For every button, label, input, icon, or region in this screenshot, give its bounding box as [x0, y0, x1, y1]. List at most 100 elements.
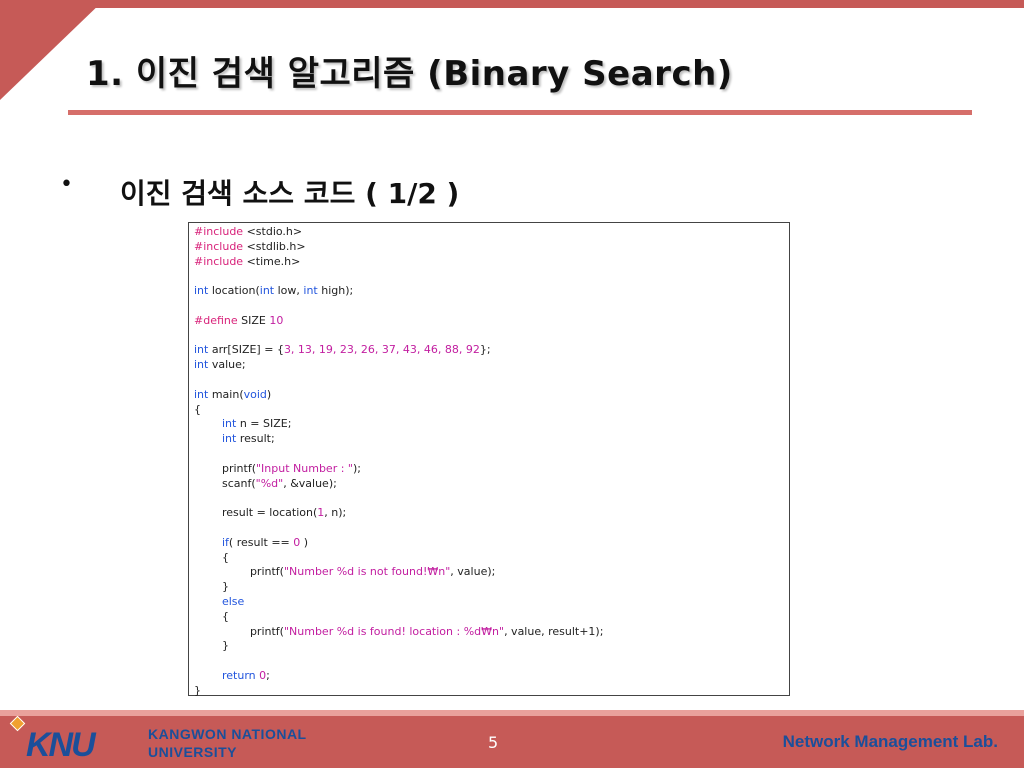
- code-token: value;: [208, 358, 246, 372]
- code-token: printf(: [194, 624, 284, 638]
- code-line: #include <time.h>: [194, 255, 789, 270]
- code-line: }: [194, 580, 789, 595]
- bullet-text: 이진 검색 소스 코드 ( 1/2 ): [120, 177, 460, 210]
- code-token: ;: [266, 668, 270, 682]
- code-token: , n);: [324, 506, 347, 520]
- code-line: {: [194, 551, 789, 566]
- code-token: }: [194, 683, 201, 697]
- code-line: }: [194, 684, 789, 699]
- code-token: int: [221, 417, 237, 431]
- code-token: location(: [208, 284, 260, 298]
- code-token: , value, result+1);: [504, 624, 604, 638]
- university-name-line1: KANGWON NATIONAL: [148, 726, 307, 742]
- code-token: }: [194, 639, 229, 653]
- code-line: result = location(1, n);: [194, 506, 789, 521]
- code-line: {: [194, 610, 789, 625]
- code-token: );: [352, 461, 361, 475]
- code-token: if: [221, 535, 229, 549]
- code-token: #include: [194, 239, 244, 253]
- code-token: "%d": [255, 476, 284, 490]
- code-token: n = SIZE;: [236, 417, 292, 431]
- top-accent-bar: [0, 0, 1024, 8]
- code-token: {: [194, 550, 229, 564]
- code-token: , value);: [450, 565, 496, 579]
- code-line: int n = SIZE;: [194, 417, 789, 432]
- code-token: main(: [208, 387, 244, 401]
- code-token: ( result ==: [228, 535, 294, 549]
- code-token: void: [243, 387, 267, 401]
- code-line: scanf("%d", &value);: [194, 477, 789, 492]
- code-token: 3, 13, 19, 23, 26, 37, 43, 46, 88, 92: [283, 343, 480, 357]
- source-code-box: #include <stdio.h> #include <stdlib.h> #in…: [188, 222, 790, 699]
- code-token: }: [194, 580, 229, 594]
- footer-top-stripe: [0, 710, 1024, 716]
- code-token: ): [300, 535, 309, 549]
- code-token: , &value);: [283, 476, 337, 490]
- code-token: "Number %d is not found!₩n": [283, 565, 451, 579]
- code-token: <stdio.h>: [243, 225, 303, 238]
- code-token: ): [266, 387, 272, 401]
- slide-title: 1. 이진 검색 알고리즘 (Binary Search): [86, 54, 733, 94]
- code-line: int arr[SIZE] = {3, 13, 19, 23, 26, 37, …: [194, 343, 789, 358]
- code-line: {: [194, 403, 789, 418]
- code-line: #define SIZE 10: [194, 314, 789, 329]
- code-line: printf("Input Number : ");: [194, 462, 789, 477]
- code-token: #include: [194, 254, 244, 268]
- code-line: if( result == 0 ): [194, 536, 789, 551]
- title-underline: [68, 110, 972, 115]
- code-line: else: [194, 595, 789, 610]
- code-line: int value;: [194, 358, 789, 373]
- code-line: }: [194, 639, 789, 654]
- code-line: return 0;: [194, 669, 789, 684]
- bullet-icon: •: [60, 172, 73, 197]
- code-token: 10: [269, 313, 284, 327]
- code-token: low,: [274, 284, 304, 298]
- code-line: #include <stdlib.h>: [194, 240, 789, 255]
- code-token: int: [194, 358, 209, 372]
- code-token: int: [221, 432, 237, 446]
- university-name-line2: UNIVERSITY: [148, 744, 238, 760]
- code-line: int location(int low, int high);: [194, 284, 789, 299]
- code-line: printf("Number %d is not found!₩n", valu…: [194, 565, 789, 580]
- lab-name: Network Management Lab.: [782, 732, 998, 751]
- code-token: "Input Number : ": [255, 461, 353, 475]
- code-token: };: [479, 343, 491, 357]
- code-token: printf(: [194, 565, 284, 579]
- page-number: 5: [488, 733, 499, 752]
- knu-logo: KNU: [26, 726, 96, 764]
- code-token: int: [194, 284, 209, 298]
- code-token: scanf(: [194, 476, 256, 490]
- code-line: printf("Number %d is found! location : %…: [194, 625, 789, 640]
- code-line: int main(void): [194, 388, 789, 403]
- code-line: #include <stdio.h>: [194, 225, 789, 240]
- code-token: {: [194, 402, 201, 416]
- code-token: <time.h>: [243, 254, 301, 268]
- code-token: #include: [194, 225, 244, 238]
- code-line: int result;: [194, 432, 789, 447]
- code-token: {: [194, 609, 229, 623]
- code-token: "Number %d is found! location : %d₩n": [283, 624, 505, 638]
- code-token: high);: [317, 284, 354, 298]
- code-token: int: [259, 284, 275, 298]
- code-token: <stdlib.h>: [243, 239, 306, 253]
- code-token: int: [303, 284, 318, 298]
- code-token: int: [194, 387, 209, 401]
- code-token: int: [194, 343, 209, 357]
- code-token: result;: [236, 432, 275, 446]
- code-token: printf(: [194, 461, 256, 475]
- code-token: #define: [194, 313, 238, 327]
- code-token: arr[SIZE] = {: [208, 343, 284, 357]
- code-token: SIZE: [237, 313, 270, 327]
